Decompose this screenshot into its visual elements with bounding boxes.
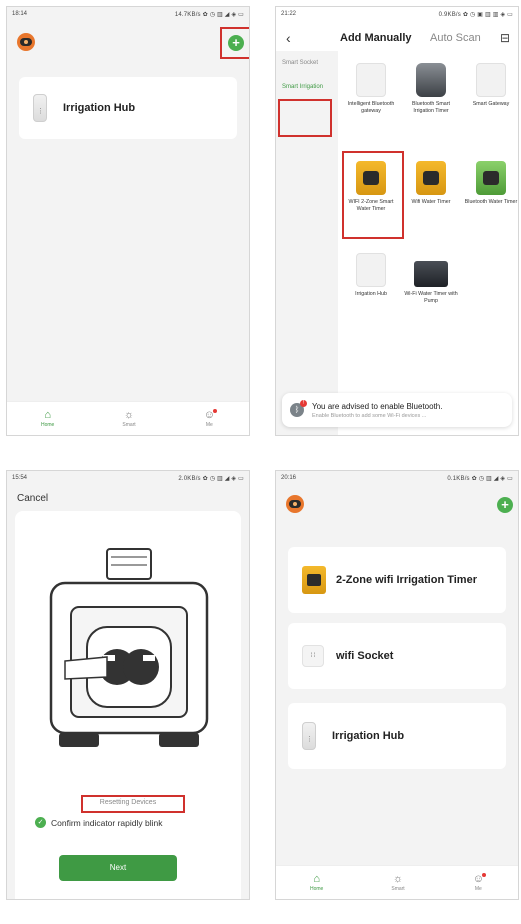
tab-bar: ⌂ Home ☼ Smart ☺ Me [276, 865, 518, 899]
tab-me[interactable]: ☺ Me [203, 409, 218, 428]
status-bar: 21:22 0.9KB/s ✿ ◷ ▣ ▥ ▥ ◈ ▭ [276, 7, 518, 21]
device-tile-label: Wi-Fi Water Timer with Pump [404, 291, 458, 304]
toast-subtitle: Enable Bluetooth to add some Wi-Fi devic… [312, 412, 427, 419]
check-icon[interactable]: ✓ [35, 817, 46, 828]
device-tile[interactable]: Intelligent Bluetooth gateway [342, 63, 400, 114]
cancel-button[interactable]: Cancel [17, 493, 48, 504]
status-bar: 18:14 14.7KB/s ✿ ◷ ▥ ◢ ◈ ▭ [7, 7, 249, 21]
bluetooth-toast[interactable]: ᛒ You are advised to enable Bluetooth. E… [282, 393, 512, 427]
status-icons: 0.1KB/s ✿ ◷ ▥ ◢ ◈ ▭ [447, 475, 513, 482]
user-icon: ☺ [203, 409, 218, 421]
device-tile[interactable]: Wi-Fi Water Timer with Pump [402, 253, 460, 304]
highlight-box [278, 99, 332, 137]
avatar-face-icon [289, 500, 301, 508]
tab-home[interactable]: ⌂ Home [310, 873, 323, 892]
plug-icon [302, 722, 316, 750]
device-tile-label: Bluetooth Smart Irrigation Timer [412, 101, 450, 114]
timer-icon [416, 161, 446, 195]
device-tile[interactable]: Irrigation Hub [342, 253, 400, 298]
status-bar: 15:54 2.0KB/s ✿ ◷ ▥ ◢ ◈ ▭ [7, 471, 249, 485]
toast-title: You are advised to enable Bluetooth. [312, 401, 443, 411]
status-time: 20:16 [281, 475, 297, 481]
tab-smart[interactable]: ☼ Smart [391, 873, 404, 892]
home-icon: ⌂ [44, 409, 51, 421]
device-tile-label: Intelligent Bluetooth gateway [347, 101, 395, 114]
next-button[interactable]: Next [59, 855, 177, 881]
add-device-button[interactable]: + [497, 497, 513, 513]
device-card-label: 2-Zone wifi Irrigation Timer [336, 574, 477, 586]
reset-panel [15, 511, 241, 899]
phone-screen-home: 18:14 14.7KB/s ✿ ◷ ▥ ◢ ◈ ▭ + Irrigation … [6, 6, 250, 436]
device-card-label: Irrigation Hub [63, 102, 136, 114]
category-smart-socket[interactable]: Smart Socket [276, 51, 338, 75]
device-tile[interactable]: Bluetooth Water Timer [462, 161, 518, 206]
add-device-header: ‹ Add Manually Auto Scan ⊟ [276, 27, 518, 49]
pump-icon [414, 261, 448, 287]
device-card-label: wifi Socket [336, 650, 394, 662]
tab-home[interactable]: ⌂ Home [41, 409, 54, 428]
tab-label: Me [205, 422, 213, 428]
bluetooth-icon: ᛒ [290, 400, 307, 417]
phone-screen-home-updated: 20:16 0.1KB/s ✿ ◷ ▥ ◢ ◈ ▭ + 2-Zone wifi … [275, 470, 519, 900]
sun-icon: ☼ [392, 873, 404, 885]
user-icon: ☺ [472, 873, 487, 885]
avatar[interactable] [17, 33, 35, 51]
device-tile[interactable]: Smart Gateway [462, 63, 518, 108]
gateway-icon [356, 63, 386, 97]
highlight-box [342, 151, 404, 239]
category-smart-irrigation[interactable]: Smart Irrigation [276, 75, 338, 99]
device-tile-label: Wifi Water Timer [411, 199, 451, 205]
status-time: 21:22 [281, 11, 297, 17]
device-tile-label: Smart Gateway [472, 101, 510, 107]
device-card-wifi-socket[interactable]: ⁞ ⁞ wifi Socket [288, 623, 506, 689]
scan-icon[interactable]: ⊟ [500, 31, 510, 45]
status-icons: 2.0KB/s ✿ ◷ ▥ ◢ ◈ ▭ [178, 475, 244, 482]
tab-add-manually[interactable]: Add Manually [340, 32, 412, 44]
gateway-icon [476, 63, 506, 97]
tab-bar: ⌂ Home ☼ Smart ☺ Me [7, 401, 249, 435]
device-tile-label: Irrigation Hub [355, 291, 387, 297]
tab-auto-scan[interactable]: Auto Scan [430, 32, 481, 44]
phone-screen-add-device: 21:22 0.9KB/s ✿ ◷ ▣ ▥ ▥ ◈ ▭ ‹ Add Manual… [275, 6, 519, 436]
device-card-2-zone-timer[interactable]: 2-Zone wifi Irrigation Timer [288, 547, 506, 613]
tab-me[interactable]: ☺ Me [472, 873, 487, 892]
avatar-face-icon [20, 38, 32, 46]
device-tile[interactable]: Bluetooth Smart Irrigation Timer [402, 63, 460, 114]
phone-screen-reset: 15:54 2.0KB/s ✿ ◷ ▥ ◢ ◈ ▭ Cancel Resetti… [6, 470, 250, 900]
sun-icon: ☼ [123, 409, 135, 421]
resetting-devices-text: Resetting Devices [99, 799, 157, 806]
timer-icon [476, 161, 506, 195]
device-card-irrigation-hub[interactable]: Irrigation Hub [19, 77, 237, 139]
tab-label: Home [310, 886, 324, 892]
home-icon: ⌂ [313, 873, 320, 885]
device-card-label: Irrigation Hub [332, 730, 405, 742]
timer-icon [302, 566, 326, 594]
status-time: 18:14 [12, 11, 28, 17]
highlight-box [220, 27, 249, 59]
status-bar: 20:16 0.1KB/s ✿ ◷ ▥ ◢ ◈ ▭ [276, 471, 518, 485]
plug-icon [33, 94, 47, 122]
tab-label: Me [474, 886, 482, 892]
tab-label: Home [41, 422, 55, 428]
status-time: 15:54 [12, 475, 28, 481]
status-icons: 14.7KB/s ✿ ◷ ▥ ◢ ◈ ▭ [174, 11, 244, 18]
tab-label: Smart [391, 886, 405, 892]
device-tile-label: Bluetooth Water Timer [464, 199, 518, 205]
back-icon[interactable]: ‹ [286, 30, 291, 46]
tab-label: Smart [122, 422, 136, 428]
device-tile[interactable]: Wifi Water Timer [402, 161, 460, 206]
socket-icon: ⁞ ⁞ [302, 645, 324, 667]
avatar[interactable] [286, 495, 304, 513]
tab-smart[interactable]: ☼ Smart [122, 409, 135, 428]
plug-icon [356, 253, 386, 287]
device-card-irrigation-hub[interactable]: Irrigation Hub [288, 703, 506, 769]
status-icons: 0.9KB/s ✿ ◷ ▣ ▥ ▥ ◈ ▭ [438, 11, 513, 18]
confirm-text: Confirm indicator rapidly blink [51, 817, 163, 828]
timer-icon [416, 63, 446, 97]
water-timer-illustration [49, 548, 209, 747]
confirm-row[interactable]: ✓ Confirm indicator rapidly blink [35, 817, 163, 828]
